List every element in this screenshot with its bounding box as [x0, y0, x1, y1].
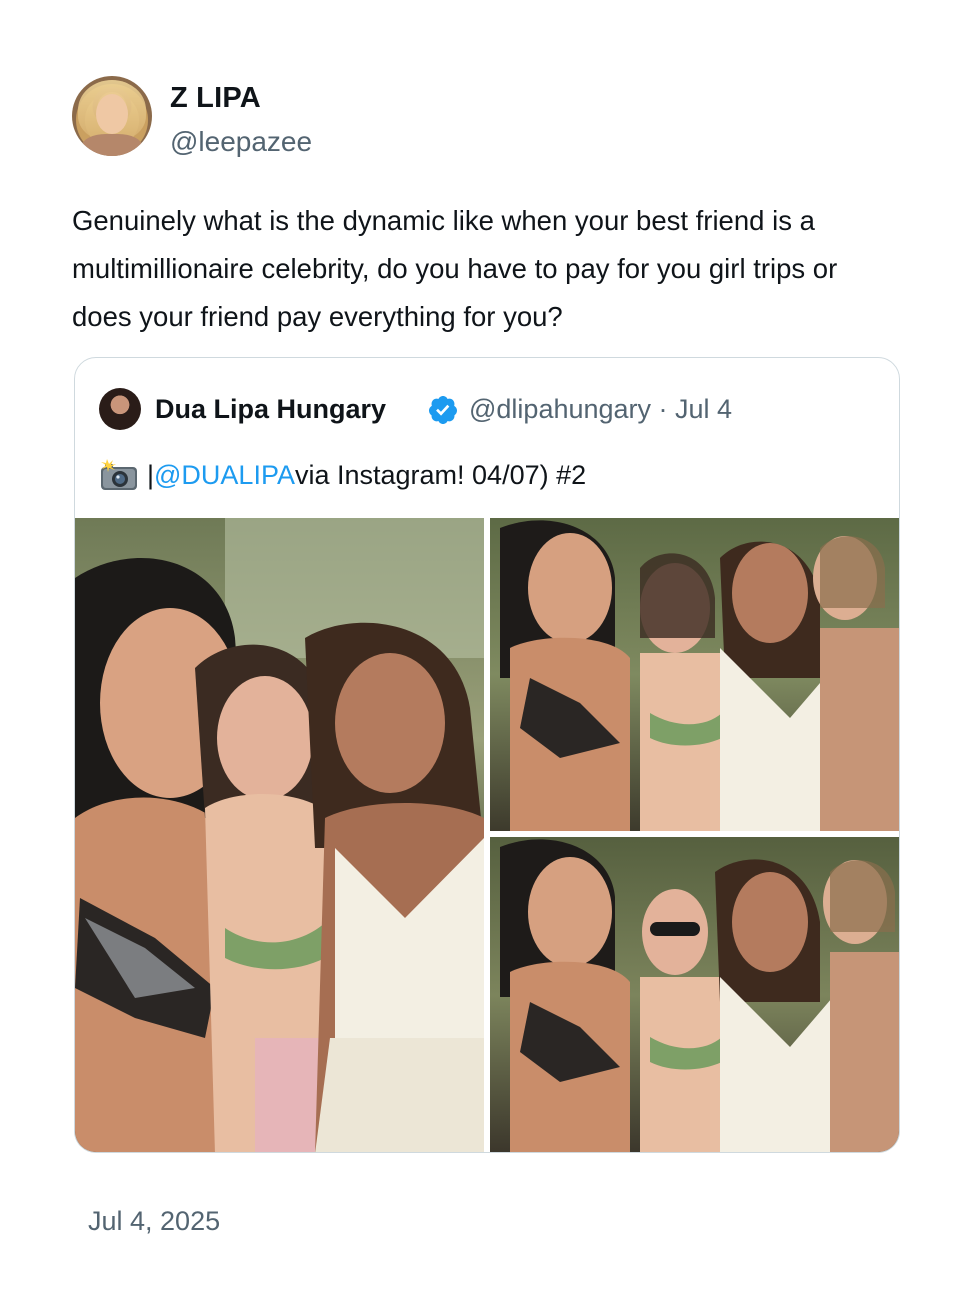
media-photo-2[interactable] — [490, 518, 899, 831]
quoted-tweet-text: | @DUALIPA via Instagram! 04/07) #2 — [99, 458, 586, 492]
author-avatar[interactable] — [72, 76, 152, 156]
tweet-text: Genuinely what is the dynamic like when … — [72, 205, 838, 332]
verified-badge-icon — [428, 396, 457, 424]
quoted-tweet[interactable]: Dua Lipa Hungary @dlipahungary · Jul 4 |… — [74, 357, 900, 1153]
quoted-author-handle-date[interactable]: @dlipahungary · Jul 4 — [469, 394, 732, 425]
tweet-timestamp[interactable]: Jul 4, 2025 — [88, 1206, 220, 1237]
camera-flash-icon — [101, 459, 137, 490]
author-handle[interactable]: @leepazee — [170, 126, 312, 158]
tweet-card: Z LIPA @leepazee Genuinely what is the d… — [0, 0, 970, 1316]
quoted-text-separator: | — [147, 459, 155, 490]
mention-link[interactable]: @DUALIPA — [154, 460, 295, 491]
media-grid — [75, 518, 899, 1152]
media-photo-1[interactable] — [75, 518, 484, 1152]
quoted-text-body: via Instagram! 04/07) #2 — [294, 459, 587, 490]
quoted-author-avatar[interactable] — [99, 388, 141, 430]
quoted-author-display-name[interactable]: Dua Lipa Hungary — [155, 394, 386, 425]
author-display-name[interactable]: Z LIPA — [170, 82, 261, 115]
media-photo-3[interactable] — [490, 837, 899, 1152]
